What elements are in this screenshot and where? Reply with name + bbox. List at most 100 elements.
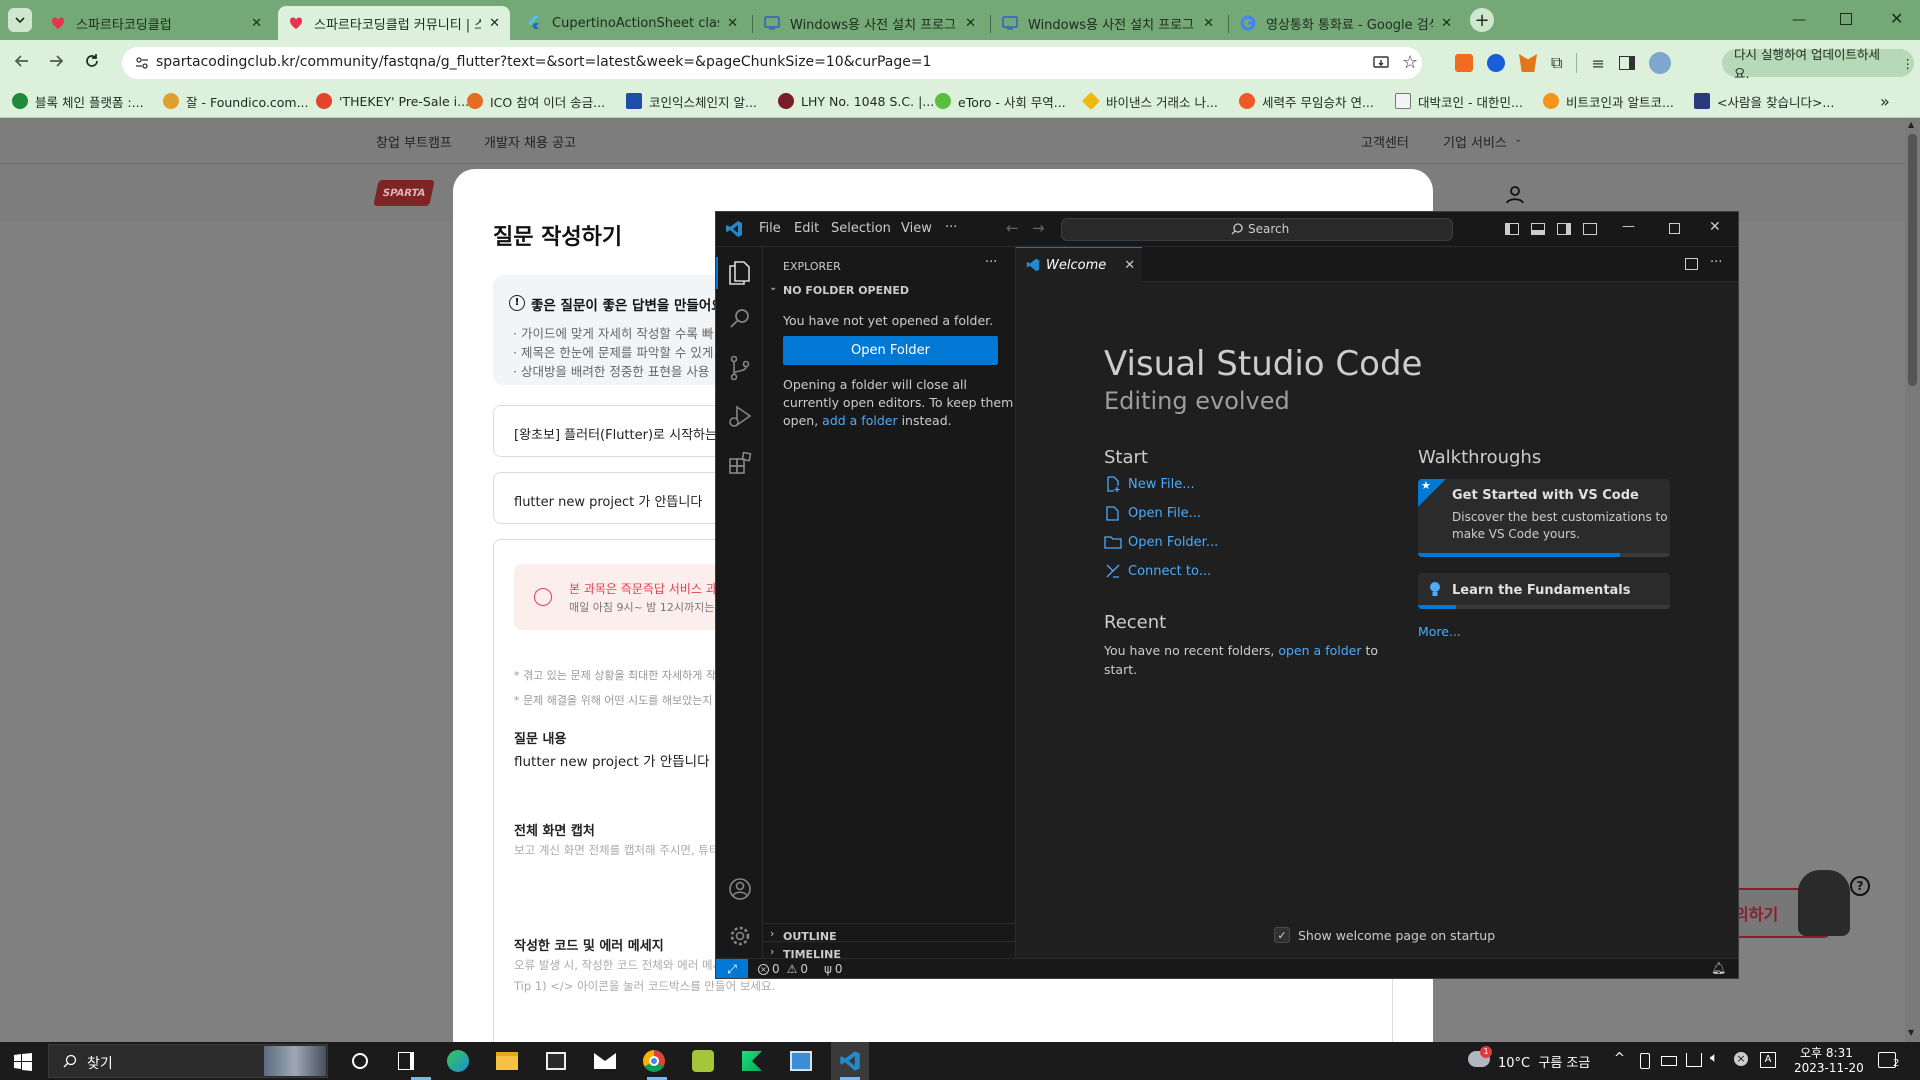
- media-control-icon[interactable]: ≡: [1591, 54, 1604, 73]
- weather-text[interactable]: 10°C 구름 조금: [1498, 1052, 1590, 1071]
- reload-icon[interactable]: [82, 51, 102, 75]
- connect-to-link[interactable]: Connect to...: [1104, 562, 1211, 580]
- accounts-icon[interactable]: [728, 877, 752, 905]
- walkthrough-get-started[interactable]: ★ Get Started with VS Code Discover the …: [1418, 479, 1670, 557]
- user-profile-icon[interactable]: [1505, 184, 1525, 208]
- content-text[interactable]: flutter new project 가 안뜹니다: [514, 750, 710, 770]
- bookmark-star-icon[interactable]: ☆: [1402, 52, 1418, 73]
- address-bar[interactable]: spartacodingclub.kr/community/fastqna/g_…: [122, 47, 1422, 79]
- no-folder-header[interactable]: NO FOLDER OPENED: [783, 284, 909, 297]
- close-icon[interactable]: ✕: [1709, 219, 1721, 235]
- manage-gear-icon[interactable]: [728, 924, 752, 952]
- source-control-icon[interactable]: [728, 355, 752, 385]
- checkbox-checked-icon[interactable]: ✓: [1274, 927, 1290, 943]
- mascot-image[interactable]: [1798, 870, 1850, 936]
- windows-start-icon[interactable]: [14, 1053, 32, 1075]
- open-folder-link[interactable]: Open Folder...: [1104, 533, 1218, 551]
- bookmark-item[interactable]: 세력주 무임승차 연...: [1239, 84, 1374, 118]
- chevron-right-icon[interactable]: ›: [770, 945, 774, 958]
- scroll-down-arrow-icon[interactable]: ▼: [1908, 1028, 1914, 1037]
- walkthrough-fundamentals[interactable]: Learn the Fundamentals: [1418, 573, 1670, 609]
- nav-link[interactable]: 고객센터: [1361, 132, 1409, 151]
- bookmark-item[interactable]: 코인익스체인지 알...: [626, 84, 757, 118]
- tab-close-icon[interactable]: ✕: [727, 16, 738, 31]
- bookmark-item[interactable]: 블록 체인 플랫폼 :...: [12, 84, 144, 118]
- add-folder-link[interactable]: add a folder: [822, 413, 897, 428]
- menu-edit[interactable]: Edit: [794, 221, 819, 236]
- bookmark-item[interactable]: 잘 - Foundico.com...: [163, 84, 309, 118]
- bookmark-item[interactable]: 비트코인과 알트코...: [1543, 84, 1674, 118]
- nav-link[interactable]: 창업 부트캠프: [376, 132, 452, 151]
- forward-arrow-icon[interactable]: [46, 51, 66, 75]
- tray-status-icon[interactable]: ×: [1734, 1052, 1748, 1066]
- tab-close-icon[interactable]: ✕: [965, 16, 976, 31]
- remote-indicator-icon[interactable]: ⤢: [716, 959, 748, 978]
- edge-icon[interactable]: [444, 1047, 472, 1075]
- browser-tab[interactable]: Windows용 사전 설치 프로그램 ✕: [754, 6, 986, 40]
- metamask-icon[interactable]: [1519, 54, 1537, 72]
- bookmark-item[interactable]: LHY No. 1048 S.C. |...: [778, 84, 934, 118]
- toggle-primary-sidebar-icon[interactable]: [1505, 223, 1519, 235]
- network-icon[interactable]: [1686, 1053, 1702, 1067]
- new-tab-button[interactable]: +: [1470, 8, 1494, 32]
- bookmark-item[interactable]: <사람을 찾습니다>...: [1694, 84, 1834, 118]
- toggle-panel-icon[interactable]: [1531, 223, 1545, 235]
- tab-close-icon[interactable]: ✕: [1441, 16, 1452, 31]
- scrollbar-thumb[interactable]: [1908, 134, 1917, 386]
- kotlin-app-icon[interactable]: [738, 1047, 766, 1075]
- nav-link[interactable]: 개발자 채용 공고: [484, 132, 576, 151]
- nav-link[interactable]: 기업 서비스: [1443, 132, 1507, 151]
- more-walkthroughs-link[interactable]: More...: [1418, 624, 1461, 639]
- editor-more-icon[interactable]: ···: [1710, 255, 1722, 270]
- run-debug-icon[interactable]: [728, 403, 752, 433]
- vscode-taskbar-icon[interactable]: [831, 1042, 869, 1080]
- cortana-icon[interactable]: [352, 1053, 368, 1069]
- site-info-icon[interactable]: [134, 55, 150, 75]
- tab-welcome[interactable]: Welcome ✕: [1016, 247, 1142, 282]
- browser-tab[interactable]: 영상통화 통화료 - Google 검색 ✕: [1230, 6, 1462, 40]
- bookmark-item[interactable]: 바이낸스 거래소 나...: [1081, 84, 1218, 118]
- browser-tab-active[interactable]: 스파르타코딩클럽 커뮤니티 | 스 ✕: [278, 6, 510, 40]
- remote-desktop-icon[interactable]: [787, 1047, 815, 1075]
- url-text[interactable]: spartacodingclub.kr/community/fastqna/g_…: [156, 54, 931, 70]
- search-view-icon[interactable]: [728, 307, 752, 335]
- window-restore-icon[interactable]: [1840, 13, 1852, 25]
- chrome-icon[interactable]: [640, 1047, 668, 1075]
- command-center-search[interactable]: Search: [1061, 218, 1453, 241]
- customize-layout-icon[interactable]: [1583, 223, 1597, 235]
- side-panel-icon[interactable]: [1618, 56, 1635, 70]
- tray-app-icon[interactable]: [1640, 1053, 1650, 1069]
- menu-file[interactable]: File: [759, 221, 781, 236]
- bookmark-item[interactable]: eToro - 사회 무역...: [935, 84, 1066, 118]
- bookmark-item[interactable]: 대박코인 - 대한민...: [1395, 84, 1523, 118]
- nav-forward-icon[interactable]: →: [1032, 219, 1045, 237]
- menu-selection[interactable]: Selection: [831, 221, 891, 236]
- puzzle-icon[interactable]: ⧉: [1551, 53, 1562, 73]
- split-editor-icon[interactable]: [1685, 258, 1698, 270]
- tab-close-icon[interactable]: ✕: [1124, 258, 1135, 273]
- chevron-right-icon[interactable]: ›: [770, 927, 774, 940]
- ports-indicator[interactable]: ψ 0: [824, 962, 843, 976]
- toggle-secondary-sidebar-icon[interactable]: [1557, 223, 1571, 235]
- window-close-icon[interactable]: ✕: [1890, 9, 1903, 28]
- paint-app-icon[interactable]: [689, 1047, 717, 1075]
- bookmarks-overflow-icon[interactable]: »: [1880, 84, 1890, 118]
- bitwarden-icon[interactable]: [1487, 54, 1505, 72]
- open-file-link[interactable]: Open File...: [1104, 504, 1201, 522]
- browser-tab[interactable]: CupertinoActionSheet class - c ✕: [516, 6, 748, 40]
- chevron-down-icon[interactable]: ⌄: [769, 282, 777, 293]
- notifications-bell-icon[interactable]: 🔔︎: [1711, 961, 1726, 975]
- bookmark-item[interactable]: 'THEKEY' Pre-Sale i...: [316, 84, 469, 118]
- install-app-icon[interactable]: [1372, 54, 1390, 76]
- window-minimize-icon[interactable]: —: [1792, 12, 1808, 28]
- open-folder-button[interactable]: Open Folder: [783, 336, 998, 365]
- store-icon[interactable]: [542, 1047, 570, 1075]
- tab-close-icon[interactable]: ✕: [251, 16, 262, 31]
- extensions-icon[interactable]: [728, 451, 752, 479]
- problems-indicator[interactable]: × 0 ⚠ 0: [758, 962, 808, 976]
- tab-search-button[interactable]: [8, 8, 32, 32]
- back-arrow-icon[interactable]: [12, 51, 32, 75]
- maximize-icon[interactable]: [1669, 223, 1680, 234]
- clock-time[interactable]: 오후 8:31: [1800, 1044, 1853, 1061]
- minimize-icon[interactable]: —: [1622, 219, 1635, 234]
